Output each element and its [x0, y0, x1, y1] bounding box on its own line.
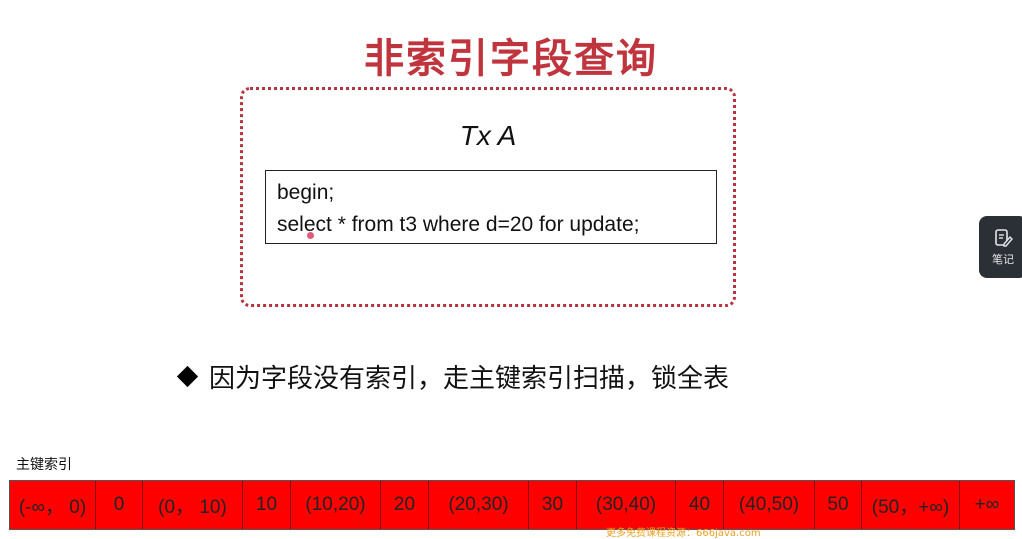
index-cell: +∞ [974, 494, 1000, 515]
note-edit-icon [993, 228, 1013, 248]
sql-code-box: begin; select * from t3 where d=20 for u… [265, 170, 717, 244]
index-cell: (0， 10) [143, 481, 243, 529]
bullet-point: 因为字段没有索引，走主键索引扫描，锁全表 [176, 358, 730, 394]
index-label: 主键索引 [16, 457, 72, 473]
index-cell: (20,30) [429, 481, 529, 529]
notes-label: 笔记 [992, 252, 1014, 266]
index-cell: 0 [96, 481, 143, 529]
index-cell: (40,50) [724, 481, 815, 529]
watermark: 更多免费课程资源：666java.com [606, 528, 761, 539]
index-cell: 50 [815, 481, 862, 529]
index-cell: 40 [676, 481, 724, 529]
notes-button[interactable]: 笔记 [979, 216, 1022, 278]
index-cell: (10,20) [291, 481, 381, 529]
code-line: begin; [277, 181, 335, 204]
index-cell: (50，+∞) [862, 481, 960, 529]
code-line: select * from t3 where d=20 for update; [277, 213, 640, 236]
slide-title: 非索引字段查询 [364, 36, 658, 82]
bullet-text: 因为字段没有索引，走主键索引扫描，锁全表 [209, 363, 730, 394]
index-cell: 10 [243, 481, 291, 529]
primary-key-index-row: (-∞， 0) 0 (0， 10) 10 (10,20) 20 (20,30) … [9, 480, 1015, 530]
index-cell: (-∞， 0) [10, 481, 96, 529]
transaction-label: Tx A [459, 120, 517, 151]
index-cell: 20 [381, 481, 429, 529]
diamond-bullet-icon [176, 365, 199, 387]
index-cell: 30 [529, 481, 577, 529]
index-cell: (30,40) [577, 481, 676, 529]
pointer-cursor-icon [307, 232, 314, 239]
